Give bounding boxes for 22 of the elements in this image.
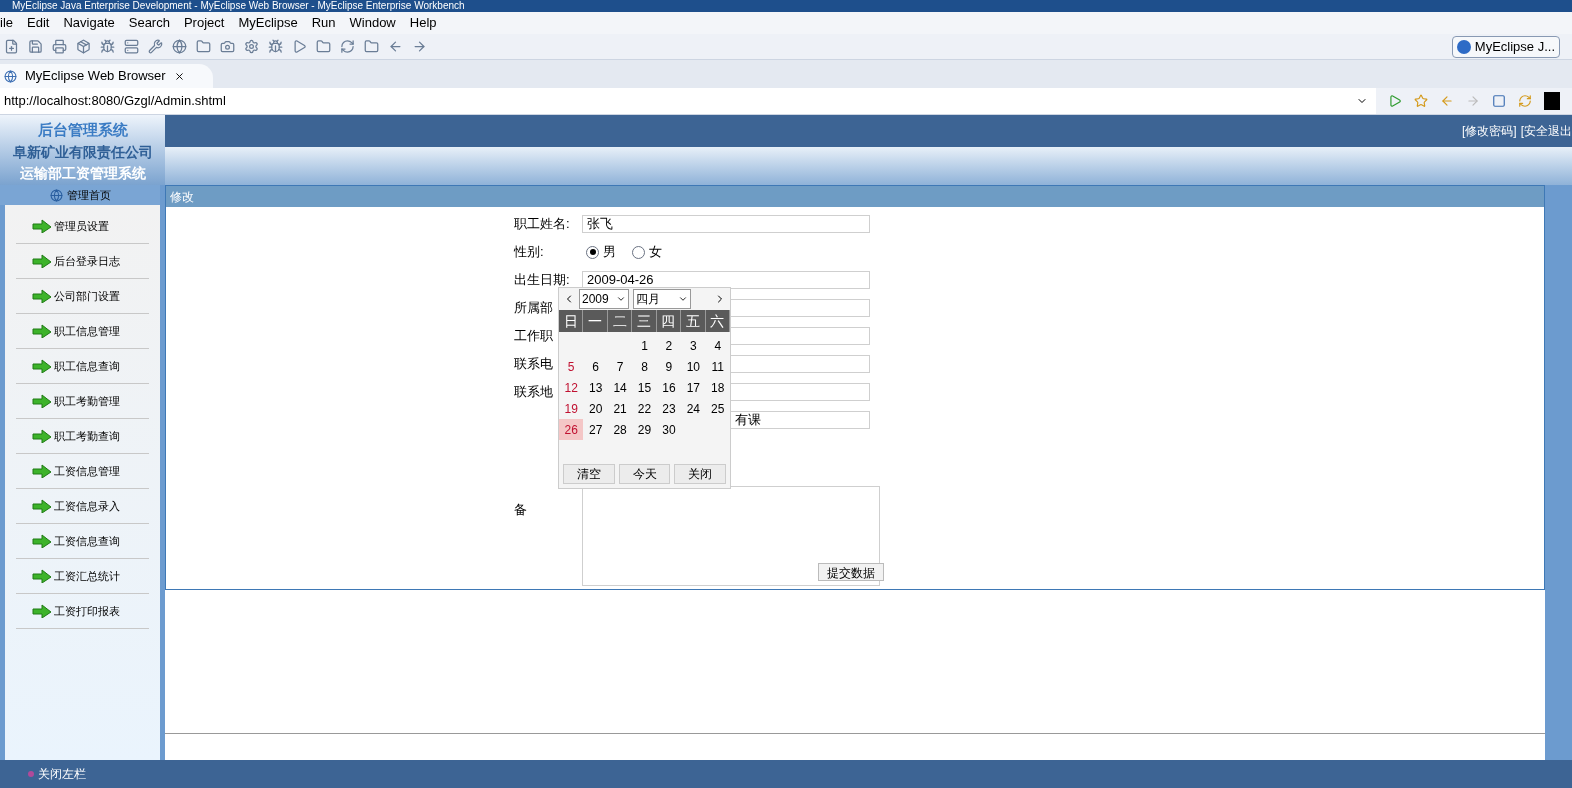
weekday-header: 日 [559,310,584,332]
panel-header: 修改 [166,186,1544,207]
logo-text: 后台管理系统 [37,120,128,140]
company-name: 阜新矿业有限责任公司 [12,142,153,162]
field-label: 联系电 [514,355,553,374]
field-label: 职工姓名: [514,215,570,234]
weekday-header: 三 [632,310,657,332]
field-label: 出生日期: [514,271,570,290]
weekday-header: 六 [705,310,730,332]
weekday-header: 四 [656,310,682,332]
field-label: 所属部 [514,299,553,318]
radio-label: 女 [649,243,662,262]
field-label: 工作职 [514,327,553,346]
field-label: 备 [514,501,527,519]
weekday-header: 五 [681,310,706,332]
field-label: 性别: [514,243,544,262]
weekday-header: 一 [583,310,608,332]
weekday-header: 二 [607,310,633,332]
system-name: 运输部工资管理系统 [19,163,146,183]
radio-label: 男 [603,243,616,262]
field-label: 联系地 [514,383,553,402]
title-bar: MyEclipse Java Enterprise Development - MyEclipse Web Browser - MyEclipse Enterprise Workbench [0,0,1572,12]
